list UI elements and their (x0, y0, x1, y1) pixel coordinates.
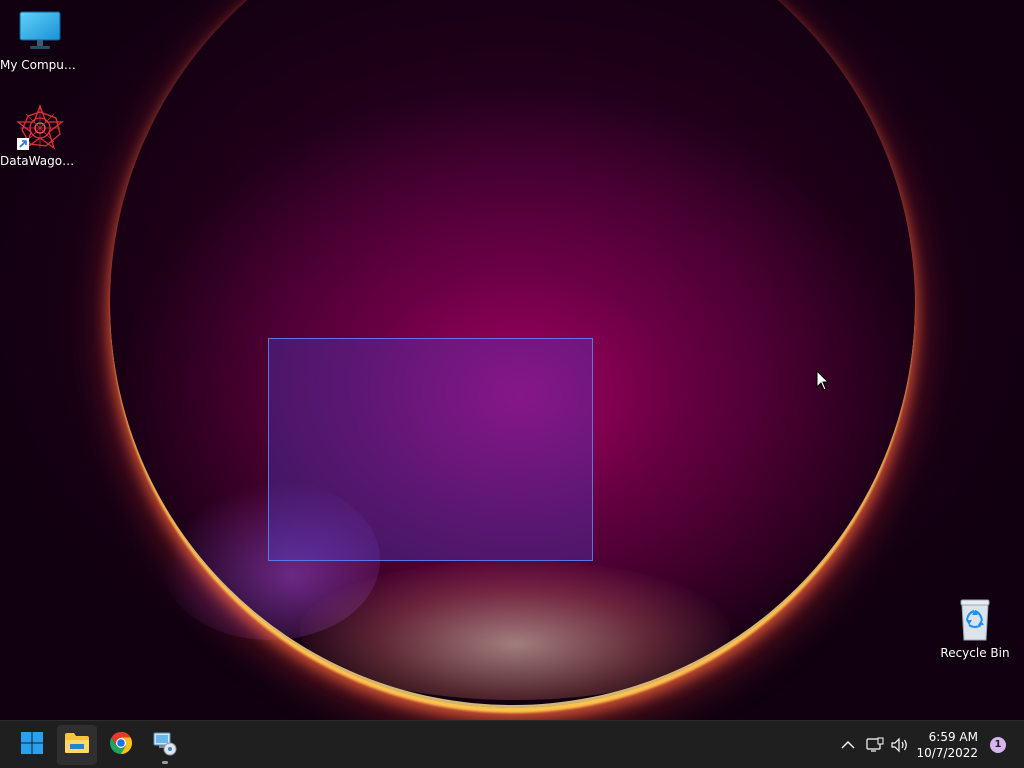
monitor-icon (16, 8, 64, 56)
drag-selection-rectangle (268, 338, 593, 561)
taskbar: 6:59 AM 10/7/2022 1 (0, 720, 1024, 768)
taskbar-file-explorer[interactable] (57, 725, 97, 765)
recycle-bin-icon (951, 596, 999, 644)
mouse-pointer-icon (816, 369, 830, 392)
desktop-icon-my-computer[interactable]: My Computer (0, 8, 80, 72)
notification-badge[interactable]: 1 (990, 737, 1006, 753)
windows-start-icon (20, 731, 44, 759)
desktop-icon-recycle-bin[interactable]: Recycle Bin (935, 596, 1015, 660)
network-icon[interactable] (865, 735, 885, 755)
desktop-icon-datawagon[interactable]: DataWagon... (0, 104, 80, 168)
taskbar-clock[interactable]: 6:59 AM 10/7/2022 (916, 729, 978, 761)
show-hidden-icons-chevron-up-icon[interactable] (838, 735, 858, 755)
running-indicator (162, 761, 168, 764)
wallpaper-glow-bottom (300, 560, 730, 700)
desktop-background[interactable]: My Computer DataWagon... Recycle Bin (0, 0, 1024, 720)
clock-time: 6:59 AM (928, 730, 978, 744)
start-button[interactable] (12, 725, 52, 765)
taskbar-chrome[interactable] (101, 725, 141, 765)
taskbar-setup[interactable] (145, 725, 185, 765)
clock-date: 10/7/2022 (916, 746, 978, 760)
desktop-icon-label: DataWagon... (0, 154, 80, 168)
setup-installer-icon (152, 730, 178, 760)
folder-icon (64, 732, 90, 758)
volume-icon[interactable] (890, 735, 910, 755)
chrome-icon (109, 731, 133, 759)
datawagon-app-icon (16, 104, 64, 152)
desktop-icon-label: My Computer (0, 58, 80, 72)
desktop-icon-label: Recycle Bin (940, 646, 1010, 660)
